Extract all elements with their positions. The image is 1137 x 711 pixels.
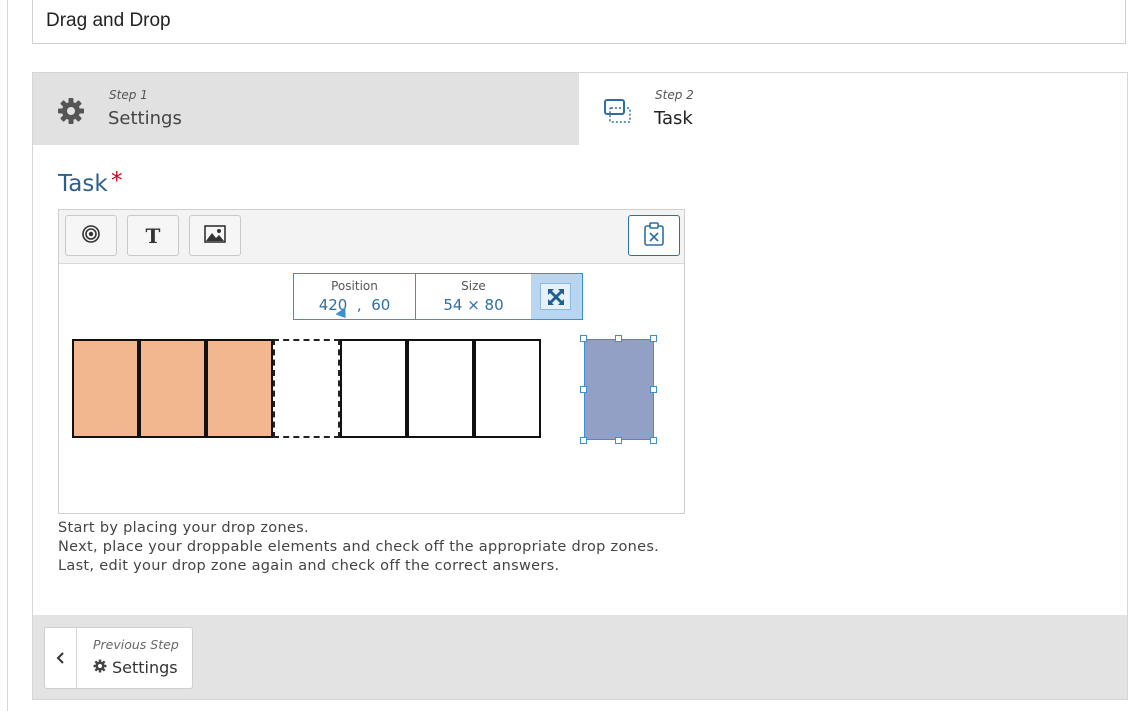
target-icon — [81, 224, 101, 248]
size-value[interactable]: 54 × 80 — [416, 296, 531, 314]
placed-element[interactable] — [206, 339, 273, 438]
previous-step-button[interactable]: Previous Step Settings — [44, 627, 193, 689]
page-title: Drag and Drop — [46, 10, 171, 31]
task-heading: Task — [58, 171, 108, 197]
previous-step-label: Settings — [93, 658, 178, 677]
position-section: Position 420 , 60 — [294, 274, 415, 319]
fit-button[interactable] — [531, 274, 582, 319]
paste-button[interactable] — [628, 215, 680, 256]
drop-zone[interactable] — [474, 339, 541, 438]
resize-handle[interactable] — [580, 386, 587, 393]
image-icon — [204, 224, 226, 247]
drop-zone[interactable] — [407, 339, 474, 438]
title-field[interactable]: Drag and Drop — [32, 0, 1126, 44]
step-footer: Previous Step Settings — [33, 615, 1127, 699]
step-number: Step 1 — [109, 88, 148, 102]
size-section: Size 54 × 80 — [416, 274, 531, 319]
gear-icon — [93, 658, 107, 677]
size-label: Size — [461, 279, 486, 293]
tab-step-task[interactable]: Step 2 Task — [579, 73, 1127, 145]
step-label: Task — [654, 108, 693, 129]
page-left-border — [7, 0, 8, 711]
dnd-toolbar: T — [59, 210, 684, 264]
expand-icon — [540, 283, 571, 310]
dnd-canvas[interactable]: Position 420 , 60 Size 54 × 80 — [59, 264, 684, 513]
gear-icon — [57, 97, 85, 129]
clipboard-remove-icon — [643, 221, 665, 250]
resize-handle[interactable] — [580, 437, 587, 444]
step-number: Step 2 — [655, 88, 694, 102]
position-separator: , — [356, 296, 362, 314]
resize-handle[interactable] — [615, 335, 622, 342]
resize-handle[interactable] — [650, 437, 657, 444]
chevron-left-icon — [45, 628, 77, 688]
tab-step-settings[interactable]: Step 1 Settings — [33, 73, 579, 145]
position-value: 420 , 60 — [294, 296, 415, 314]
dropzone-icon — [603, 97, 633, 129]
text-icon: T — [145, 223, 161, 248]
text-tool-button[interactable]: T — [127, 215, 179, 256]
selected-draggable-element[interactable] — [584, 339, 654, 440]
previous-step-text: Settings — [112, 658, 178, 677]
step-label: Settings — [108, 108, 182, 129]
position-label: Position — [331, 279, 378, 293]
position-y[interactable]: 60 — [371, 296, 390, 314]
resize-handle[interactable] — [650, 386, 657, 393]
dropzone-tool-button[interactable] — [65, 215, 117, 256]
resize-handle[interactable] — [615, 437, 622, 444]
drag-drop-editor: Step 1 Settings Step 2 Task Task * T Pos… — [32, 72, 1128, 700]
instruction-line: Next, place your droppable elements and … — [58, 539, 660, 555]
instruction-line: Last, edit your drop zone again and chec… — [58, 558, 560, 574]
placed-element[interactable] — [139, 339, 206, 438]
instruction-line: Start by placing your drop zones. — [58, 520, 309, 536]
instructions: Start by placing your drop zones. Next, … — [58, 519, 659, 576]
drop-zone[interactable] — [340, 339, 407, 438]
drop-zone[interactable] — [273, 339, 340, 438]
previous-step-caption: Previous Step — [93, 637, 179, 652]
resize-handle[interactable] — [580, 335, 587, 342]
dnd-editor-area: T Position 420 , 60 Size 54 × 80 — [58, 209, 685, 514]
placed-element[interactable] — [72, 339, 139, 438]
resize-handle[interactable] — [650, 335, 657, 342]
step-tabs: Step 1 Settings Step 2 Task — [33, 73, 1127, 145]
image-tool-button[interactable] — [189, 215, 241, 256]
required-mark: * — [111, 168, 123, 194]
